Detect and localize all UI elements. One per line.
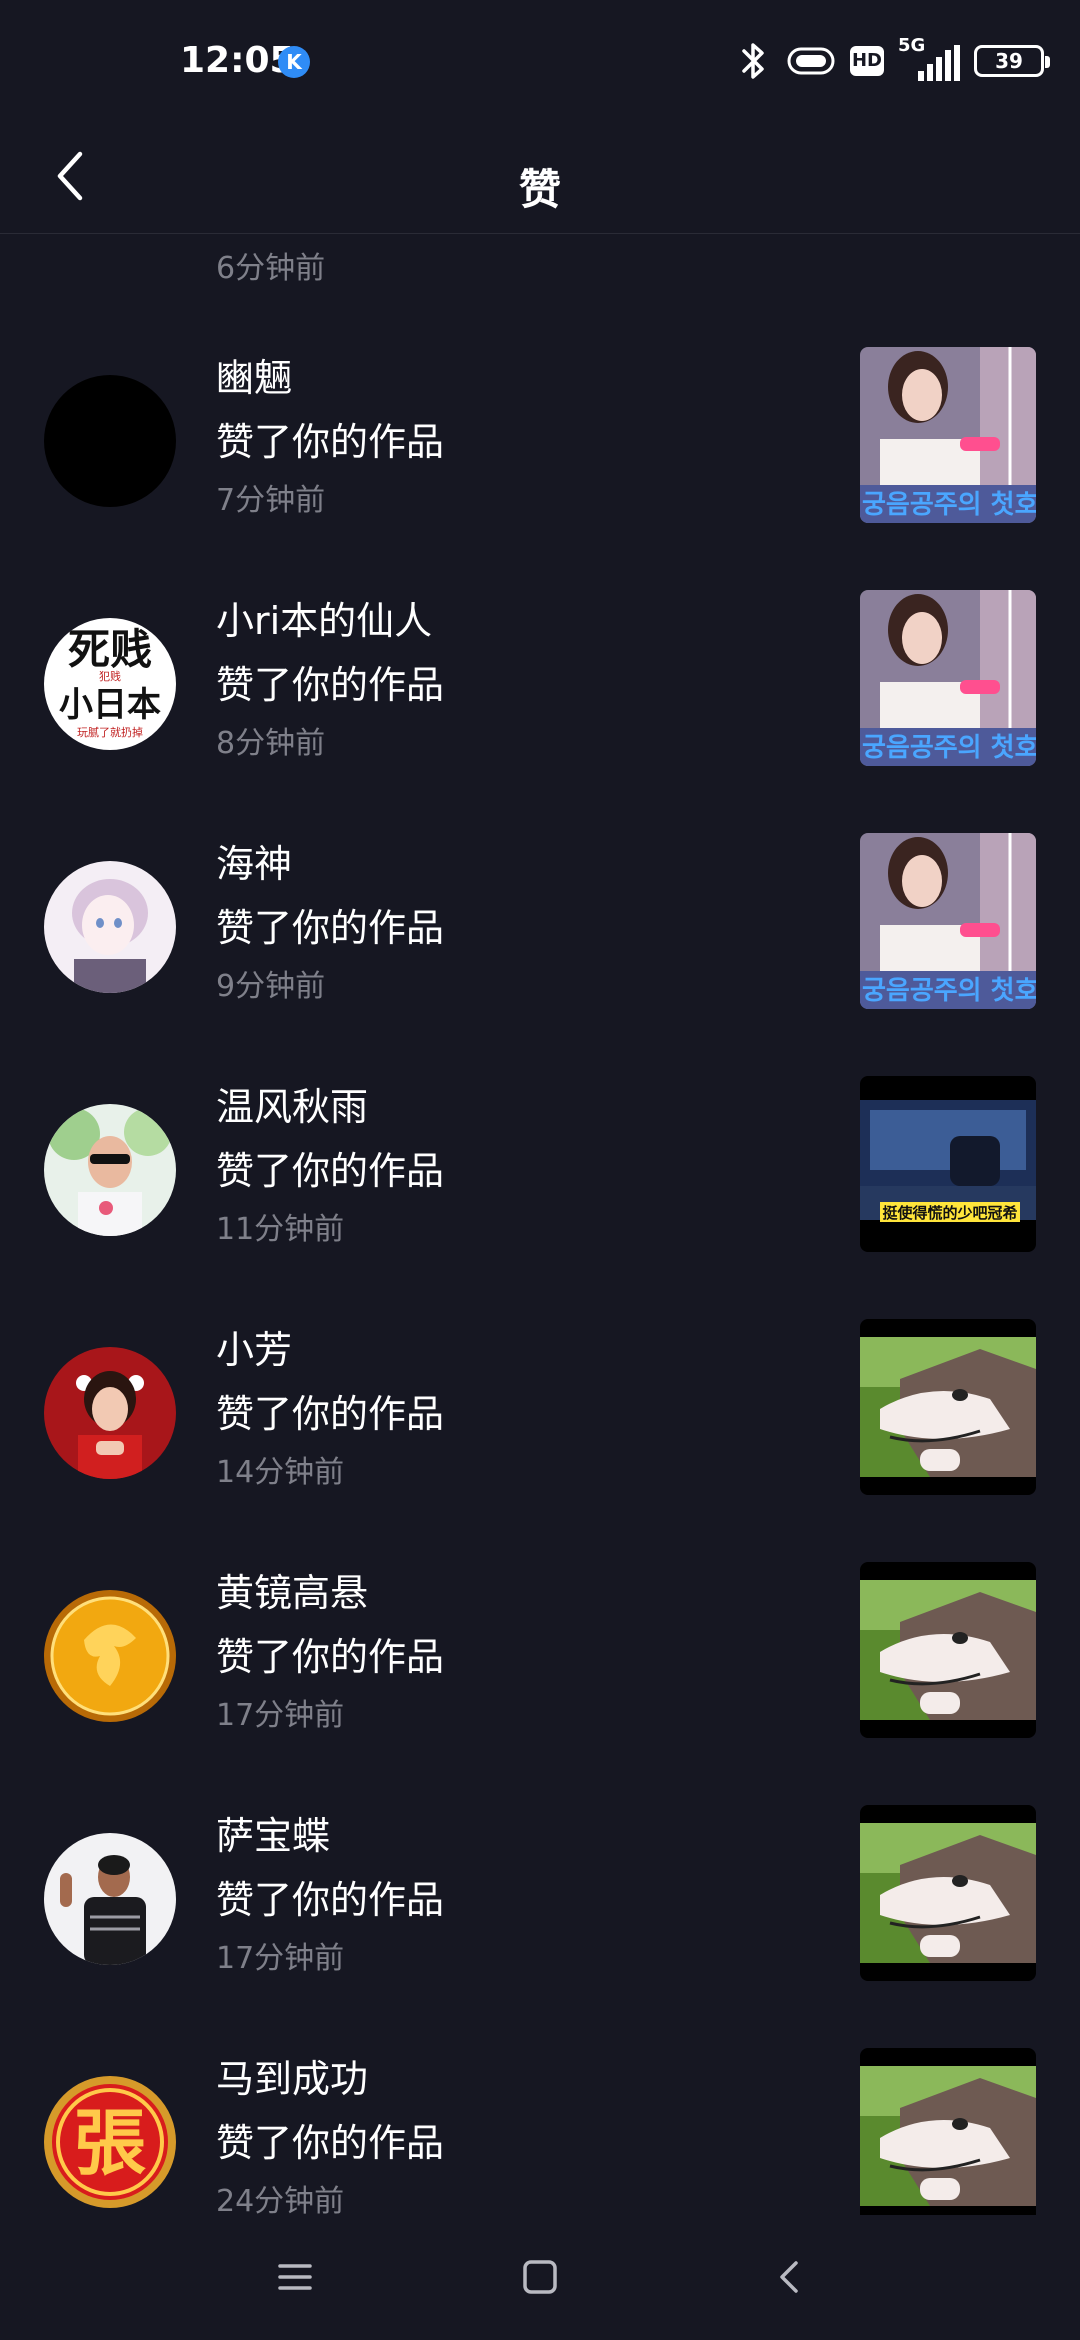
user-name[interactable]: 黄镜高悬: [216, 1562, 368, 1617]
user-name[interactable]: 豳魎: [216, 347, 292, 402]
vibrate-icon: [787, 47, 835, 75]
avatar[interactable]: [44, 375, 176, 507]
like-notification-row[interactable]: 萨宝蝶 赞了你的作品 17分钟前: [0, 1805, 1080, 2048]
avatar[interactable]: 張: [44, 2076, 176, 2208]
avatar[interactable]: [44, 1833, 176, 1965]
action-text: 赞了你的作品: [216, 420, 445, 464]
bluetooth-icon: [742, 43, 764, 79]
avatar-text: 小日本: [59, 685, 161, 725]
action-text: 赞了你的作品: [216, 1149, 445, 1193]
video-thumbnail[interactable]: 궁음공주의 첫호: [860, 833, 1036, 1009]
video-thumbnail[interactable]: 挺使得慌的少吧冠希: [860, 1076, 1036, 1252]
avatar[interactable]: [44, 1347, 176, 1479]
video-thumbnail[interactable]: [860, 1805, 1036, 1981]
avatar-text: 犯贱: [99, 670, 121, 683]
thumbnail-caption: 궁음공주의 첫호: [862, 733, 1036, 763]
action-text: 赞了你的作品: [216, 663, 445, 707]
like-notification-row[interactable]: 温风秋雨 赞了你的作品 11分钟前 挺使得慌的少吧冠希: [0, 1076, 1080, 1319]
video-thumbnail[interactable]: 궁음공주의 첫호: [860, 347, 1036, 523]
back-icon[interactable]: [755, 2245, 825, 2309]
status-icons: HD 5G 39: [736, 35, 1050, 86]
user-name[interactable]: 小芳: [216, 1319, 292, 1374]
user-name[interactable]: 小ri本的仙人: [216, 590, 432, 645]
timestamp: 17分钟前: [216, 1941, 345, 1976]
status-bar: 12:05 K HD 5G 39: [0, 0, 1080, 120]
signal-bars-icon: [918, 45, 960, 81]
video-thumbnail[interactable]: [860, 2048, 1036, 2215]
action-text: 赞了你的作品: [216, 1392, 445, 1436]
avatar-text: 死贱: [68, 625, 152, 674]
battery-icon: 39: [974, 45, 1050, 77]
signal-indicator: 5G: [898, 35, 960, 83]
action-text: 赞了你的作品: [216, 2121, 445, 2165]
action-text: 赞了你的作品: [216, 1635, 445, 1679]
like-notification-row[interactable]: 死贱 犯贱 小日本 玩腻了就扔掉 小ri本的仙人 赞了你的作品 8分钟前 궁음공…: [0, 590, 1080, 833]
video-thumbnail[interactable]: 궁음공주의 첫호: [860, 590, 1036, 766]
page-title: 赞: [518, 165, 561, 214]
like-notification-row[interactable]: 小芳 赞了你的作品 14分钟前: [0, 1319, 1080, 1562]
avatar-text: 張: [74, 2100, 146, 2185]
partial-entry-time: 6分钟前: [216, 251, 326, 286]
timestamp: 9分钟前: [216, 969, 326, 1004]
header: 赞: [0, 120, 1080, 234]
home-icon[interactable]: [505, 2245, 575, 2309]
user-name[interactable]: 马到成功: [216, 2048, 368, 2103]
menu-icon[interactable]: [260, 2245, 330, 2309]
hd-badge: HD: [850, 46, 884, 76]
avatar[interactable]: [44, 861, 176, 993]
video-thumbnail[interactable]: [860, 1319, 1036, 1495]
app-notification-badge: K: [278, 46, 310, 78]
like-notification-row[interactable]: 豳魎 赞了你的作品 7分钟前 궁음공주의 첫호: [0, 347, 1080, 590]
like-notification-row[interactable]: 張 马到成功 赞了你的作品 24分钟前: [0, 2048, 1080, 2215]
thumbnail-caption: 挺使得慌的少吧冠希: [882, 1204, 1017, 1222]
like-notification-row[interactable]: 黄镜高悬 赞了你的作品 17分钟前: [0, 1562, 1080, 1805]
timestamp: 24分钟前: [216, 2184, 345, 2215]
thumbnail-caption: 궁음공주의 첫호: [862, 490, 1036, 520]
timestamp: 14分钟前: [216, 1455, 345, 1490]
avatar[interactable]: [44, 1590, 176, 1722]
user-name[interactable]: 海神: [216, 833, 292, 888]
action-text: 赞了你的作品: [216, 906, 445, 950]
avatar[interactable]: 死贱 犯贱 小日本 玩腻了就扔掉: [44, 618, 176, 750]
likes-list[interactable]: 6分钟前 豳魎 赞了你的作品 7分钟前 궁음공주의 첫호 死贱 犯贱 小日本 玩…: [0, 235, 1080, 2215]
system-nav-bar: [0, 2215, 1080, 2340]
timestamp: 11分钟前: [216, 1212, 345, 1247]
avatar[interactable]: [44, 1104, 176, 1236]
avatar-text: 玩腻了就扔掉: [77, 725, 143, 739]
video-thumbnail[interactable]: [860, 1562, 1036, 1738]
timestamp: 7分钟前: [216, 483, 326, 518]
thumbnail-caption: 궁음공주의 첫호: [862, 976, 1036, 1006]
user-name[interactable]: 萨宝蝶: [216, 1805, 330, 1860]
action-text: 赞了你的作品: [216, 1878, 445, 1922]
timestamp: 17分钟前: [216, 1698, 345, 1733]
like-notification-row[interactable]: 海神 赞了你的作品 9分钟前 궁음공주의 첫호: [0, 833, 1080, 1076]
timestamp: 8分钟前: [216, 726, 326, 761]
user-name[interactable]: 温风秋雨: [216, 1076, 368, 1131]
